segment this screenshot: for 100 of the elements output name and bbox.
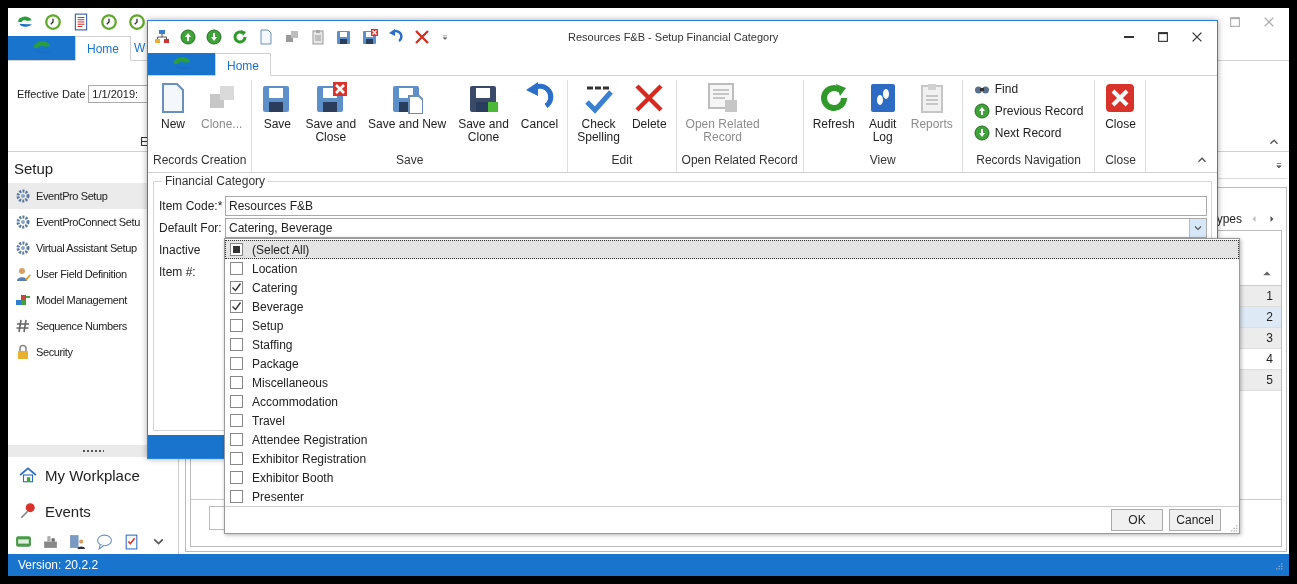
ribbon-button[interactable]: Cancel xyxy=(516,80,563,149)
list-item[interactable]: Setup xyxy=(225,316,1239,335)
group-label: Records Creation xyxy=(153,152,247,169)
navigation-item[interactable]: My Workplace xyxy=(8,457,178,493)
person-icon xyxy=(69,533,86,550)
checkbox[interactable] xyxy=(230,490,243,503)
group-label: Save xyxy=(395,152,425,169)
save-close-icon xyxy=(362,29,378,45)
checkbox[interactable] xyxy=(230,433,243,446)
ribbon-tab[interactable]: Home xyxy=(215,53,271,76)
checkbox[interactable] xyxy=(230,262,243,275)
machine-button[interactable] xyxy=(42,533,59,550)
speech-bubble-button[interactable] xyxy=(96,533,113,550)
ribbon-button[interactable]: Save and Close xyxy=(301,80,361,149)
gear-icon xyxy=(15,214,31,230)
cubes-button[interactable] xyxy=(284,29,300,45)
ribbon-button[interactable]: Save and Clone xyxy=(454,80,513,149)
save-button[interactable] xyxy=(336,29,352,45)
list-item[interactable]: Accommodation xyxy=(225,392,1239,411)
text-field[interactable]: Resources F&B xyxy=(225,196,1207,216)
checkbox[interactable] xyxy=(230,300,243,313)
tab[interactable]: ypes xyxy=(1216,212,1242,226)
ribbon-button[interactable]: Close xyxy=(1100,80,1141,149)
ribbon-button[interactable]: Previous Record xyxy=(973,102,1084,120)
ribbon-button[interactable]: Delete xyxy=(627,80,671,149)
list-item[interactable]: Location xyxy=(225,259,1239,278)
list-item[interactable]: Presenter xyxy=(225,487,1239,506)
group-title: Financial Category xyxy=(162,174,269,188)
clipboard-button[interactable] xyxy=(310,29,326,45)
person-button[interactable] xyxy=(69,533,86,550)
splitter-handle-icon[interactable] xyxy=(82,449,104,453)
list-item[interactable]: Exhibitor Registration xyxy=(225,449,1239,468)
customize-button[interactable] xyxy=(440,32,450,42)
up-arrow-button[interactable] xyxy=(180,29,196,45)
close-icon xyxy=(1190,30,1204,44)
list-item[interactable]: Exhibitor Booth xyxy=(225,468,1239,487)
home-icon xyxy=(19,466,37,484)
down-arrow-button[interactable] xyxy=(206,29,222,45)
checkbox[interactable] xyxy=(230,338,243,351)
ribbon-button[interactable]: Save and New xyxy=(364,80,451,149)
close-icon xyxy=(1104,82,1137,114)
checkbox[interactable] xyxy=(230,319,243,332)
checklist-button[interactable] xyxy=(123,533,140,550)
list-item[interactable]: Miscellaneous xyxy=(225,373,1239,392)
list-item[interactable]: Staffing xyxy=(225,335,1239,354)
ribbon-button[interactable]: Check Spelling xyxy=(573,80,624,149)
list-item[interactable]: (Select All) xyxy=(225,240,1239,259)
ribbon-button[interactable]: Save xyxy=(257,80,298,149)
gear-icon xyxy=(15,188,31,204)
refresh-button[interactable] xyxy=(232,29,248,45)
page-button[interactable] xyxy=(258,29,274,45)
field-label: Item #: xyxy=(159,265,197,279)
clock-icon xyxy=(100,13,118,31)
ribbon-button[interactable]: Next Record xyxy=(973,124,1084,142)
checkbox[interactable] xyxy=(230,376,243,389)
checklist-icon xyxy=(123,533,140,550)
checkbox[interactable] xyxy=(230,281,243,294)
save-close-button[interactable] xyxy=(362,29,378,45)
clock-icon xyxy=(128,13,146,31)
delete-button[interactable] xyxy=(414,29,430,45)
user-icon xyxy=(15,266,31,282)
delete-icon xyxy=(414,29,430,45)
combo-box[interactable]: Catering, Beverage xyxy=(225,218,1207,238)
list-item[interactable]: Catering xyxy=(225,278,1239,297)
checkbox[interactable] xyxy=(230,395,243,408)
list-item[interactable]: Beverage xyxy=(225,297,1239,316)
delete-icon xyxy=(633,82,666,114)
checkbox[interactable] xyxy=(230,357,243,370)
card-button[interactable] xyxy=(15,533,32,550)
checkbox[interactable] xyxy=(230,471,243,484)
dialog-button[interactable]: Cancel xyxy=(1169,509,1221,531)
list-item[interactable]: Travel xyxy=(225,411,1239,430)
field-label: Default For: xyxy=(159,221,223,235)
ribbon-button[interactable]: Find xyxy=(973,80,1084,98)
save-icon xyxy=(336,29,352,45)
close-icon xyxy=(1262,15,1276,29)
dialog-button[interactable]: OK xyxy=(1111,509,1163,531)
checkbox[interactable] xyxy=(230,243,243,256)
undo-button[interactable] xyxy=(388,29,404,45)
ribbon-button[interactable]: Refresh xyxy=(808,80,859,149)
navigation-item[interactable]: Events xyxy=(8,493,178,529)
card-icon xyxy=(15,533,32,550)
resize-grip-icon xyxy=(1273,560,1283,570)
sidebar-item[interactable]: Sequence Numbers xyxy=(8,313,178,339)
checkbox[interactable] xyxy=(230,452,243,465)
maximize-icon xyxy=(1156,30,1170,44)
field-label: Inactive xyxy=(159,243,202,257)
sidebar-item[interactable]: Model Management xyxy=(8,287,178,313)
list-item[interactable]: Attendee Registration xyxy=(225,430,1239,449)
ribbon-tab[interactable]: Home xyxy=(75,36,131,61)
hierarchy-button[interactable] xyxy=(154,29,170,45)
sidebar-item[interactable]: Security xyxy=(8,339,178,365)
machine-icon xyxy=(42,533,59,550)
group-label: Close xyxy=(1104,152,1137,169)
group-label: Records Navigation xyxy=(975,152,1082,169)
hierarchy-icon xyxy=(154,29,170,45)
list-item[interactable]: Package xyxy=(225,354,1239,373)
checkbox[interactable] xyxy=(230,414,243,427)
ribbon-button[interactable]: Audit Log xyxy=(862,80,903,149)
clock-icon xyxy=(44,13,62,31)
